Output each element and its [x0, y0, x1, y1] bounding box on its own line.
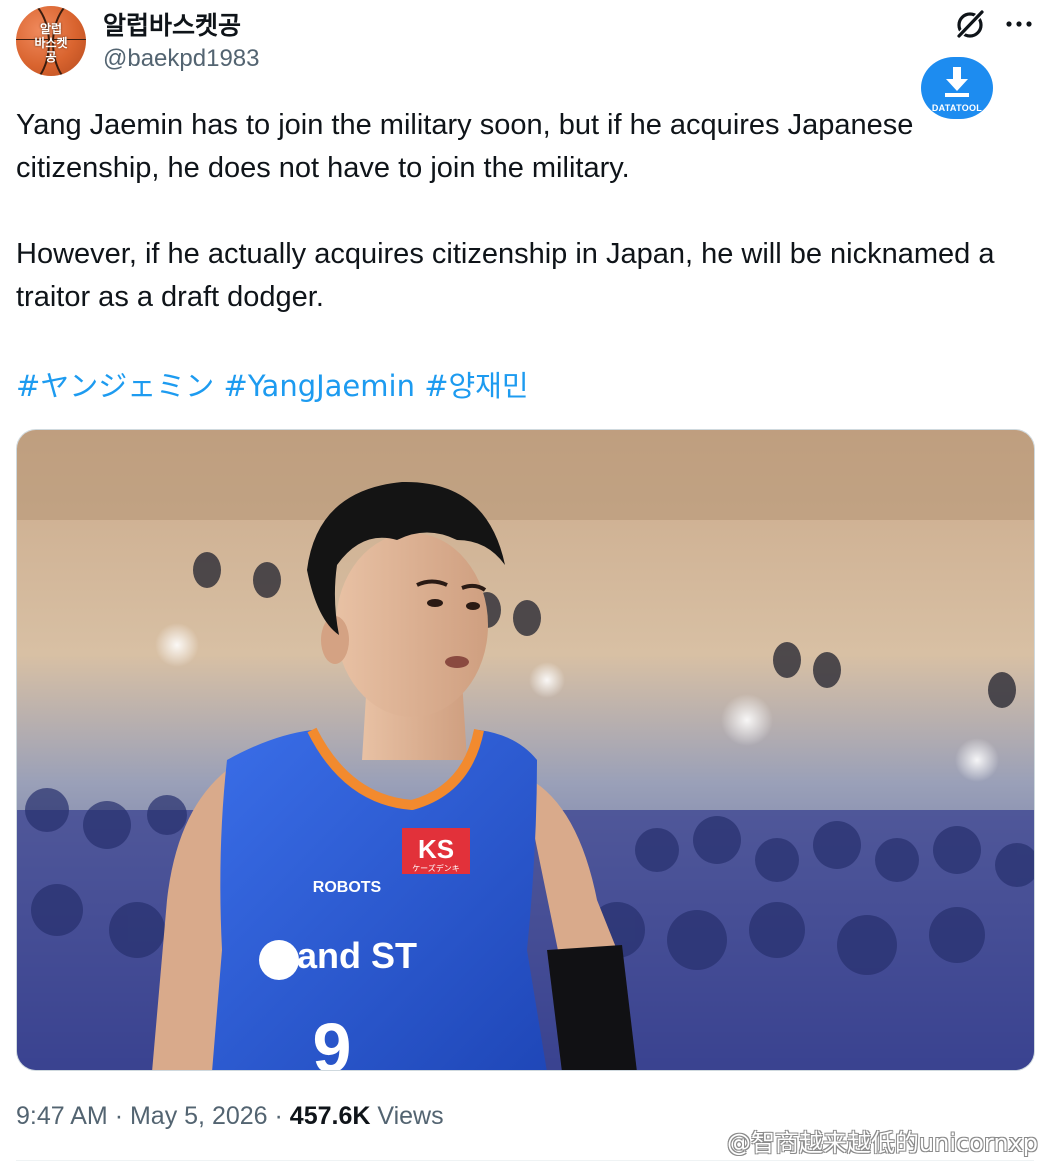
download-icon [945, 67, 969, 97]
tweet-photo[interactable]: KS ケーズデンキ ROBOTS and ST 9 [16, 429, 1035, 1071]
hashtags: #ヤンジェミン #YangJaemin #양재민 [16, 363, 529, 405]
views-label: Views [377, 1102, 444, 1130]
meta-separator: · [274, 1102, 283, 1130]
divider [16, 1160, 1034, 1161]
ks-patch-text: KS [418, 834, 454, 864]
basketball-player-photo: KS ケーズデンキ ROBOTS and ST 9 [17, 430, 1034, 1071]
jersey-team-text: ROBOTS [313, 879, 382, 896]
hashtag-link[interactable]: #ヤンジェミン [16, 369, 214, 403]
author-handle[interactable]: @baekpd1983 [103, 45, 260, 73]
avatar-text: 알럽 바스켓 공 [34, 22, 68, 64]
jersey-sponsor-text: and ST [297, 935, 417, 976]
tweet-date[interactable]: May 5, 2026 [130, 1102, 268, 1130]
views-count: 457.6K [289, 1102, 371, 1130]
author-display-name[interactable]: 알럽바스켓공 [103, 6, 241, 42]
weibo-watermark: @智商越来越低的unicornxp [726, 1129, 1038, 1157]
hashtag-link[interactable]: #양재민 [424, 369, 528, 403]
tweet-meta: 9:47 AM · May 5, 2026 · 457.6K Views [16, 1102, 444, 1131]
meta-separator: · [114, 1102, 124, 1130]
jersey-number: 9 [313, 1009, 352, 1071]
ks-patch-subtext: ケーズデンキ [412, 863, 460, 873]
tweet-paragraph: However, if he actually acquires citizen… [16, 238, 995, 313]
more-options-icon[interactable] [1004, 14, 1034, 34]
grok-icon[interactable] [952, 6, 988, 42]
tweet-time[interactable]: 9:47 AM [16, 1102, 108, 1130]
tweet-paragraph: Yang Jaemin has to join the military soo… [16, 109, 914, 184]
tweet-text: Yang Jaemin has to join the military soo… [16, 104, 1016, 319]
avatar[interactable]: 알럽 바스켓 공 [16, 6, 86, 76]
hashtag-link[interactable]: #YangJaemin [224, 369, 415, 403]
